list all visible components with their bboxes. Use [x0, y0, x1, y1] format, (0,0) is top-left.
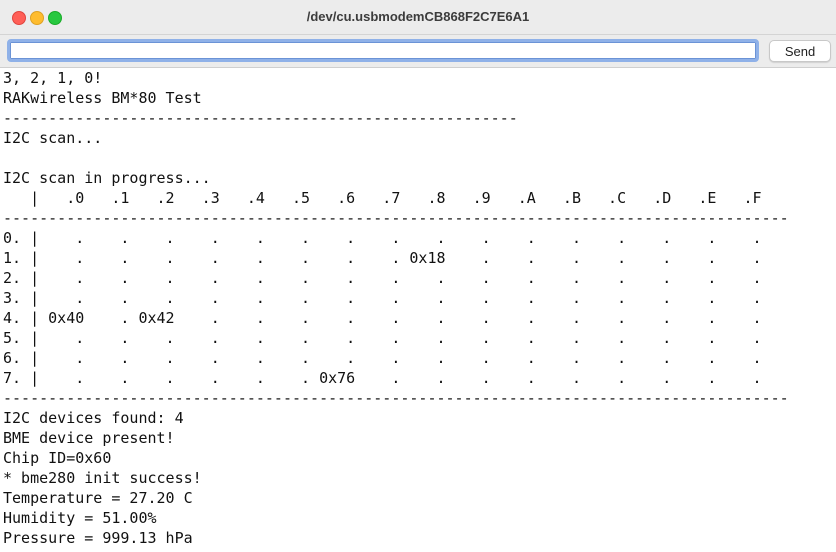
output-line: RAKwireless BM*80 Test: [3, 89, 202, 107]
title-bar: /dev/cu.usbmodemCB868F2C7E6A1: [0, 0, 836, 35]
output-line: I2C scan...: [3, 129, 103, 147]
output-line: BME device present!: [3, 429, 175, 447]
output-line: Pressure = 999.13 hPa: [3, 529, 193, 547]
output-line: 7. | . . . . . . 0x76 . . . . . . . . .: [3, 369, 762, 387]
output-line: Chip ID=0x60: [3, 449, 112, 467]
output-line: ----------------------------------------…: [3, 209, 789, 227]
serial-monitor-window: /dev/cu.usbmodemCB868F2C7E6A1 Send 3, 2,…: [0, 0, 836, 552]
output-line: 3, 2, 1, 0!: [3, 69, 103, 87]
output-line: ----------------------------------------…: [3, 109, 518, 127]
output-line: 3. | . . . . . . . . . . . . . . . .: [3, 289, 762, 307]
output-line: 1. | . . . . . . . . 0x18 . . . . . . .: [3, 249, 762, 267]
send-button[interactable]: Send: [769, 40, 831, 62]
output-line: 0. | . . . . . . . . . . . . . . . .: [3, 229, 762, 247]
output-line: ----------------------------------------…: [3, 389, 789, 407]
output-line: | .0 .1 .2 .3 .4 .5 .6 .7 .8 .9 .A .B .C…: [3, 189, 762, 207]
output-line: 4. | 0x40 . 0x42 . . . . . . . . . . . .…: [3, 309, 762, 327]
serial-send-input[interactable]: [7, 39, 759, 62]
output-line: I2C devices found: 4: [3, 409, 184, 427]
output-line: I2C scan in progress...: [3, 169, 211, 187]
serial-input-bar: Send: [0, 35, 836, 68]
serial-output-area[interactable]: 3, 2, 1, 0! RAKwireless BM*80 Test -------…: [0, 68, 836, 552]
window-title: /dev/cu.usbmodemCB868F2C7E6A1: [306, 9, 530, 24]
output-line: * bme280 init success!: [3, 469, 202, 487]
output-line: Temperature = 27.20 C: [3, 489, 193, 507]
output-line: Humidity = 51.00%: [3, 509, 157, 527]
output-line: 5. | . . . . . . . . . . . . . . . .: [3, 329, 762, 347]
output-line: 6. | . . . . . . . . . . . . . . . .: [3, 349, 762, 367]
output-line: 2. | . . . . . . . . . . . . . . . .: [3, 269, 762, 287]
